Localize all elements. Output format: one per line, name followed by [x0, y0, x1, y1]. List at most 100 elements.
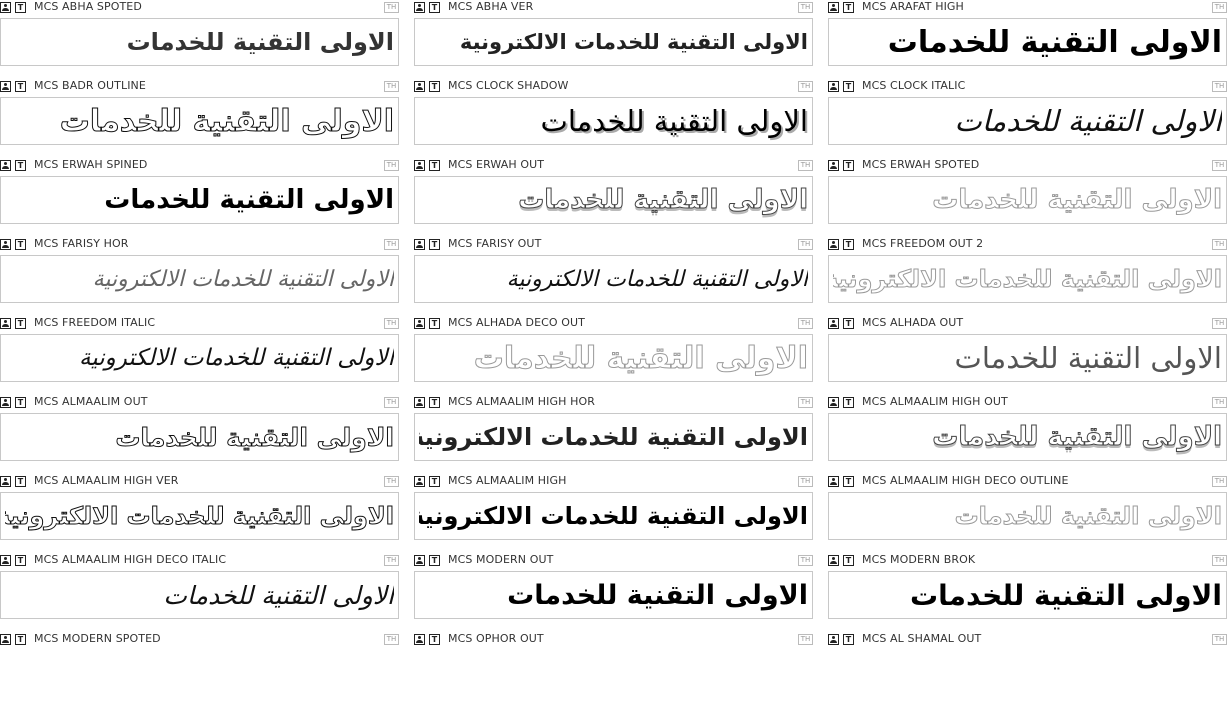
- font-sample-box[interactable]: الاولى التقنية للخدمات: [0, 97, 399, 145]
- thumbnail-badge[interactable]: TH: [1212, 476, 1227, 487]
- thumbnail-badge[interactable]: TH: [1212, 160, 1227, 171]
- font-sample-box[interactable]: الاولى التقنية للخدمات: [0, 176, 399, 224]
- user-font-icon: [0, 397, 11, 408]
- font-sample-box[interactable]: الاولى التقنية للخدمات: [828, 492, 1227, 540]
- thumbnail-badge[interactable]: TH: [384, 81, 399, 92]
- thumbnail-badge[interactable]: TH: [384, 397, 399, 408]
- font-sample-box[interactable]: الاولى التقنية للخدمات: [414, 97, 813, 145]
- thumbnail-badge[interactable]: TH: [1212, 2, 1227, 13]
- font-sample-text: الاولى التقنية للخدمات: [163, 580, 394, 610]
- user-font-icon: [414, 81, 425, 92]
- font-preview-item[interactable]: T MCS FARISY OUT TH الاولى التقنية للخدمات …: [414, 237, 813, 316]
- font-item-header: T MCS ALMAALIM HIGH VER TH: [0, 474, 399, 489]
- font-name: MCS ABHA SPOTED: [34, 0, 142, 13]
- font-preview-item[interactable]: T MCS MODERN OUT TH الاولى التقنية للخدمات: [414, 553, 813, 632]
- font-preview-item[interactable]: T MCS MODERN BROK TH الاولى التقنية للخدمات: [828, 553, 1227, 632]
- thumbnail-badge[interactable]: TH: [798, 634, 813, 645]
- thumbnail-badge[interactable]: TH: [1212, 239, 1227, 250]
- thumbnail-badge[interactable]: TH: [384, 476, 399, 487]
- font-sample-box[interactable]: الاولى التقنية للخدمات: [414, 334, 813, 382]
- font-preview-item[interactable]: T MCS ALMAALIM HIGH DECO OUTLINE TH الاولى …: [828, 474, 1227, 553]
- font-preview-item[interactable]: T MCS CLOCK SHADOW TH الاولى التقنية للخدما…: [414, 79, 813, 158]
- font-sample-box[interactable]: الاولى التقنية للخدمات: [0, 571, 399, 619]
- font-sample-box[interactable]: الاولى التقنية للخدمات الالكترونية: [414, 255, 813, 303]
- font-preview-item[interactable]: T MCS ALMAALIM HIGH TH الاولى التقنية للخدم…: [414, 474, 813, 553]
- font-sample-box[interactable]: الاولى التقنية للخدمات: [0, 413, 399, 461]
- font-name: MCS ALHADA DECO OUT: [448, 316, 585, 329]
- thumbnail-badge[interactable]: TH: [384, 318, 399, 329]
- truetype-icon: T: [429, 397, 440, 408]
- font-sample-box[interactable]: الاولى التقنية للخدمات الالكترونية: [0, 492, 399, 540]
- font-sample-box[interactable]: الاولى التقنية للخدمات الالكترونية: [414, 413, 813, 461]
- font-preview-item[interactable]: T MCS FARISY HOR TH الاولى التقنية للخدمات …: [0, 237, 399, 316]
- font-preview-item[interactable]: T MCS ABHA VER TH الاولى التقنية للخدمات ال…: [414, 0, 813, 79]
- font-sample-box[interactable]: الاولى التقنية للخدمات الالكترونية: [414, 492, 813, 540]
- user-font-icon: [414, 160, 425, 171]
- thumbnail-badge[interactable]: TH: [384, 634, 399, 645]
- thumbnail-badge[interactable]: TH: [384, 160, 399, 171]
- thumbnail-badge[interactable]: TH: [384, 555, 399, 566]
- font-preview-item[interactable]: T MCS BADR OUTLINE TH الاولى التقنية للخدما…: [0, 79, 399, 158]
- font-preview-item[interactable]: T MCS AL SHAMAL OUT TH: [828, 632, 1227, 711]
- thumbnail-badge[interactable]: TH: [798, 160, 813, 171]
- font-preview-item[interactable]: T MCS ERWAH SPINED TH الاولى التقنية للخدما…: [0, 158, 399, 237]
- font-sample-box[interactable]: الاولى التقنية للخدمات: [414, 571, 813, 619]
- font-sample-box[interactable]: الاولى التقنية للخدمات: [828, 334, 1227, 382]
- font-sample-box[interactable]: الاولى التقنية للخدمات: [828, 413, 1227, 461]
- font-item-header: T MCS CLOCK ITALIC TH: [828, 79, 1227, 94]
- font-item-header: T MCS ALMAALIM HIGH DECO OUTLINE TH: [828, 474, 1227, 489]
- font-preview-item[interactable]: T MCS FREEDOM ITALIC TH الاولى التقنية للخد…: [0, 316, 399, 395]
- font-sample-box[interactable]: الاولى التقنية للخدمات: [414, 176, 813, 224]
- font-preview-item[interactable]: T MCS ALMAALIM HIGH HOR TH الاولى التقنية ل…: [414, 395, 813, 474]
- user-font-icon: [828, 239, 839, 250]
- thumbnail-badge[interactable]: TH: [1212, 555, 1227, 566]
- font-preview-item[interactable]: T MCS ABHA SPOTED TH الاولى التقنية للخدمات: [0, 0, 399, 79]
- font-name: MCS ERWAH OUT: [448, 158, 545, 171]
- thumbnail-badge[interactable]: TH: [384, 239, 399, 250]
- font-preview-item[interactable]: T MCS ALMAALIM HIGH VER TH الاولى التقنية ل…: [0, 474, 399, 553]
- thumbnail-badge[interactable]: TH: [798, 397, 813, 408]
- thumbnail-badge[interactable]: TH: [1212, 318, 1227, 329]
- font-sample-box[interactable]: الاولى التقنية للخدمات: [828, 176, 1227, 224]
- font-preview-item[interactable]: T MCS ALMAALIM HIGH DECO ITALIC TH الاولى ا…: [0, 553, 399, 632]
- font-preview-item[interactable]: T MCS FREEDOM OUT 2 TH الاولى التقنية للخدم…: [828, 237, 1227, 316]
- font-preview-item[interactable]: T MCS ALMAALIM HIGH OUT TH الاولى التقنية ل…: [828, 395, 1227, 474]
- truetype-icon: T: [15, 397, 26, 408]
- font-preview-item[interactable]: T MCS CLOCK ITALIC TH الاولى التقنية للخدما…: [828, 79, 1227, 158]
- font-sample-text: الاولى التقنية للخدمات: [932, 422, 1222, 453]
- font-preview-item[interactable]: T MCS ARAFAT HIGH TH الاولى التقنية للخدمات: [828, 0, 1227, 79]
- font-sample-box[interactable]: الاولى التقنية للخدمات: [828, 97, 1227, 145]
- font-preview-item[interactable]: T MCS ERWAH OUT TH الاولى التقنية للخدمات: [414, 158, 813, 237]
- font-sample-box[interactable]: الاولى التقنية للخدمات الالكترونية: [828, 255, 1227, 303]
- font-sample-text: الاولى التقنية للخدمات الالكترونية: [459, 30, 808, 54]
- thumbnail-badge[interactable]: TH: [798, 239, 813, 250]
- font-preview-item[interactable]: T MCS ALMAALIM OUT TH الاولى التقنية للخدما…: [0, 395, 399, 474]
- font-sample-text: الاولى التقنية للخدمات: [473, 340, 808, 376]
- font-sample-box[interactable]: الاولى التقنية للخدمات الالكترونية: [414, 18, 813, 66]
- thumbnail-badge[interactable]: TH: [798, 555, 813, 566]
- font-preview-item[interactable]: T MCS MODERN SPOTED TH: [0, 632, 399, 711]
- font-sample-box[interactable]: الاولى التقنية للخدمات الالكترونية: [0, 334, 399, 382]
- font-item-header: T MCS ALMAALIM HIGH DECO ITALIC TH: [0, 553, 399, 568]
- truetype-icon: T: [15, 555, 26, 566]
- font-sample-box[interactable]: الاولى التقنية للخدمات: [828, 18, 1227, 66]
- font-item-header: T MCS ERWAH SPINED TH: [0, 158, 399, 173]
- thumbnail-badge[interactable]: TH: [798, 476, 813, 487]
- thumbnail-badge[interactable]: TH: [798, 318, 813, 329]
- font-sample-box[interactable]: الاولى التقنية للخدمات: [828, 571, 1227, 619]
- font-preview-item[interactable]: T MCS ERWAH SPOTED TH الاولى التقنية للخدما…: [828, 158, 1227, 237]
- font-preview-item[interactable]: T MCS ALHADA DECO OUT TH الاولى التقنية للخ…: [414, 316, 813, 395]
- font-sample-box[interactable]: الاولى التقنية للخدمات: [0, 18, 399, 66]
- font-name: MCS ALHADA OUT: [862, 316, 964, 329]
- font-name: MCS FREEDOM OUT 2: [862, 237, 984, 250]
- font-name: MCS ALMAALIM HIGH: [448, 474, 567, 487]
- font-sample-box[interactable]: الاولى التقنية للخدمات الالكترونية: [0, 255, 399, 303]
- thumbnail-badge[interactable]: TH: [1212, 81, 1227, 92]
- thumbnail-badge[interactable]: TH: [1212, 397, 1227, 408]
- font-preview-item[interactable]: T MCS ALHADA OUT TH الاولى التقنية للخدمات: [828, 316, 1227, 395]
- font-preview-item[interactable]: T MCS OPHOR OUT TH: [414, 632, 813, 711]
- thumbnail-badge[interactable]: TH: [384, 2, 399, 13]
- thumbnail-badge[interactable]: TH: [798, 2, 813, 13]
- thumbnail-badge[interactable]: TH: [1212, 634, 1227, 645]
- thumbnail-badge[interactable]: TH: [798, 81, 813, 92]
